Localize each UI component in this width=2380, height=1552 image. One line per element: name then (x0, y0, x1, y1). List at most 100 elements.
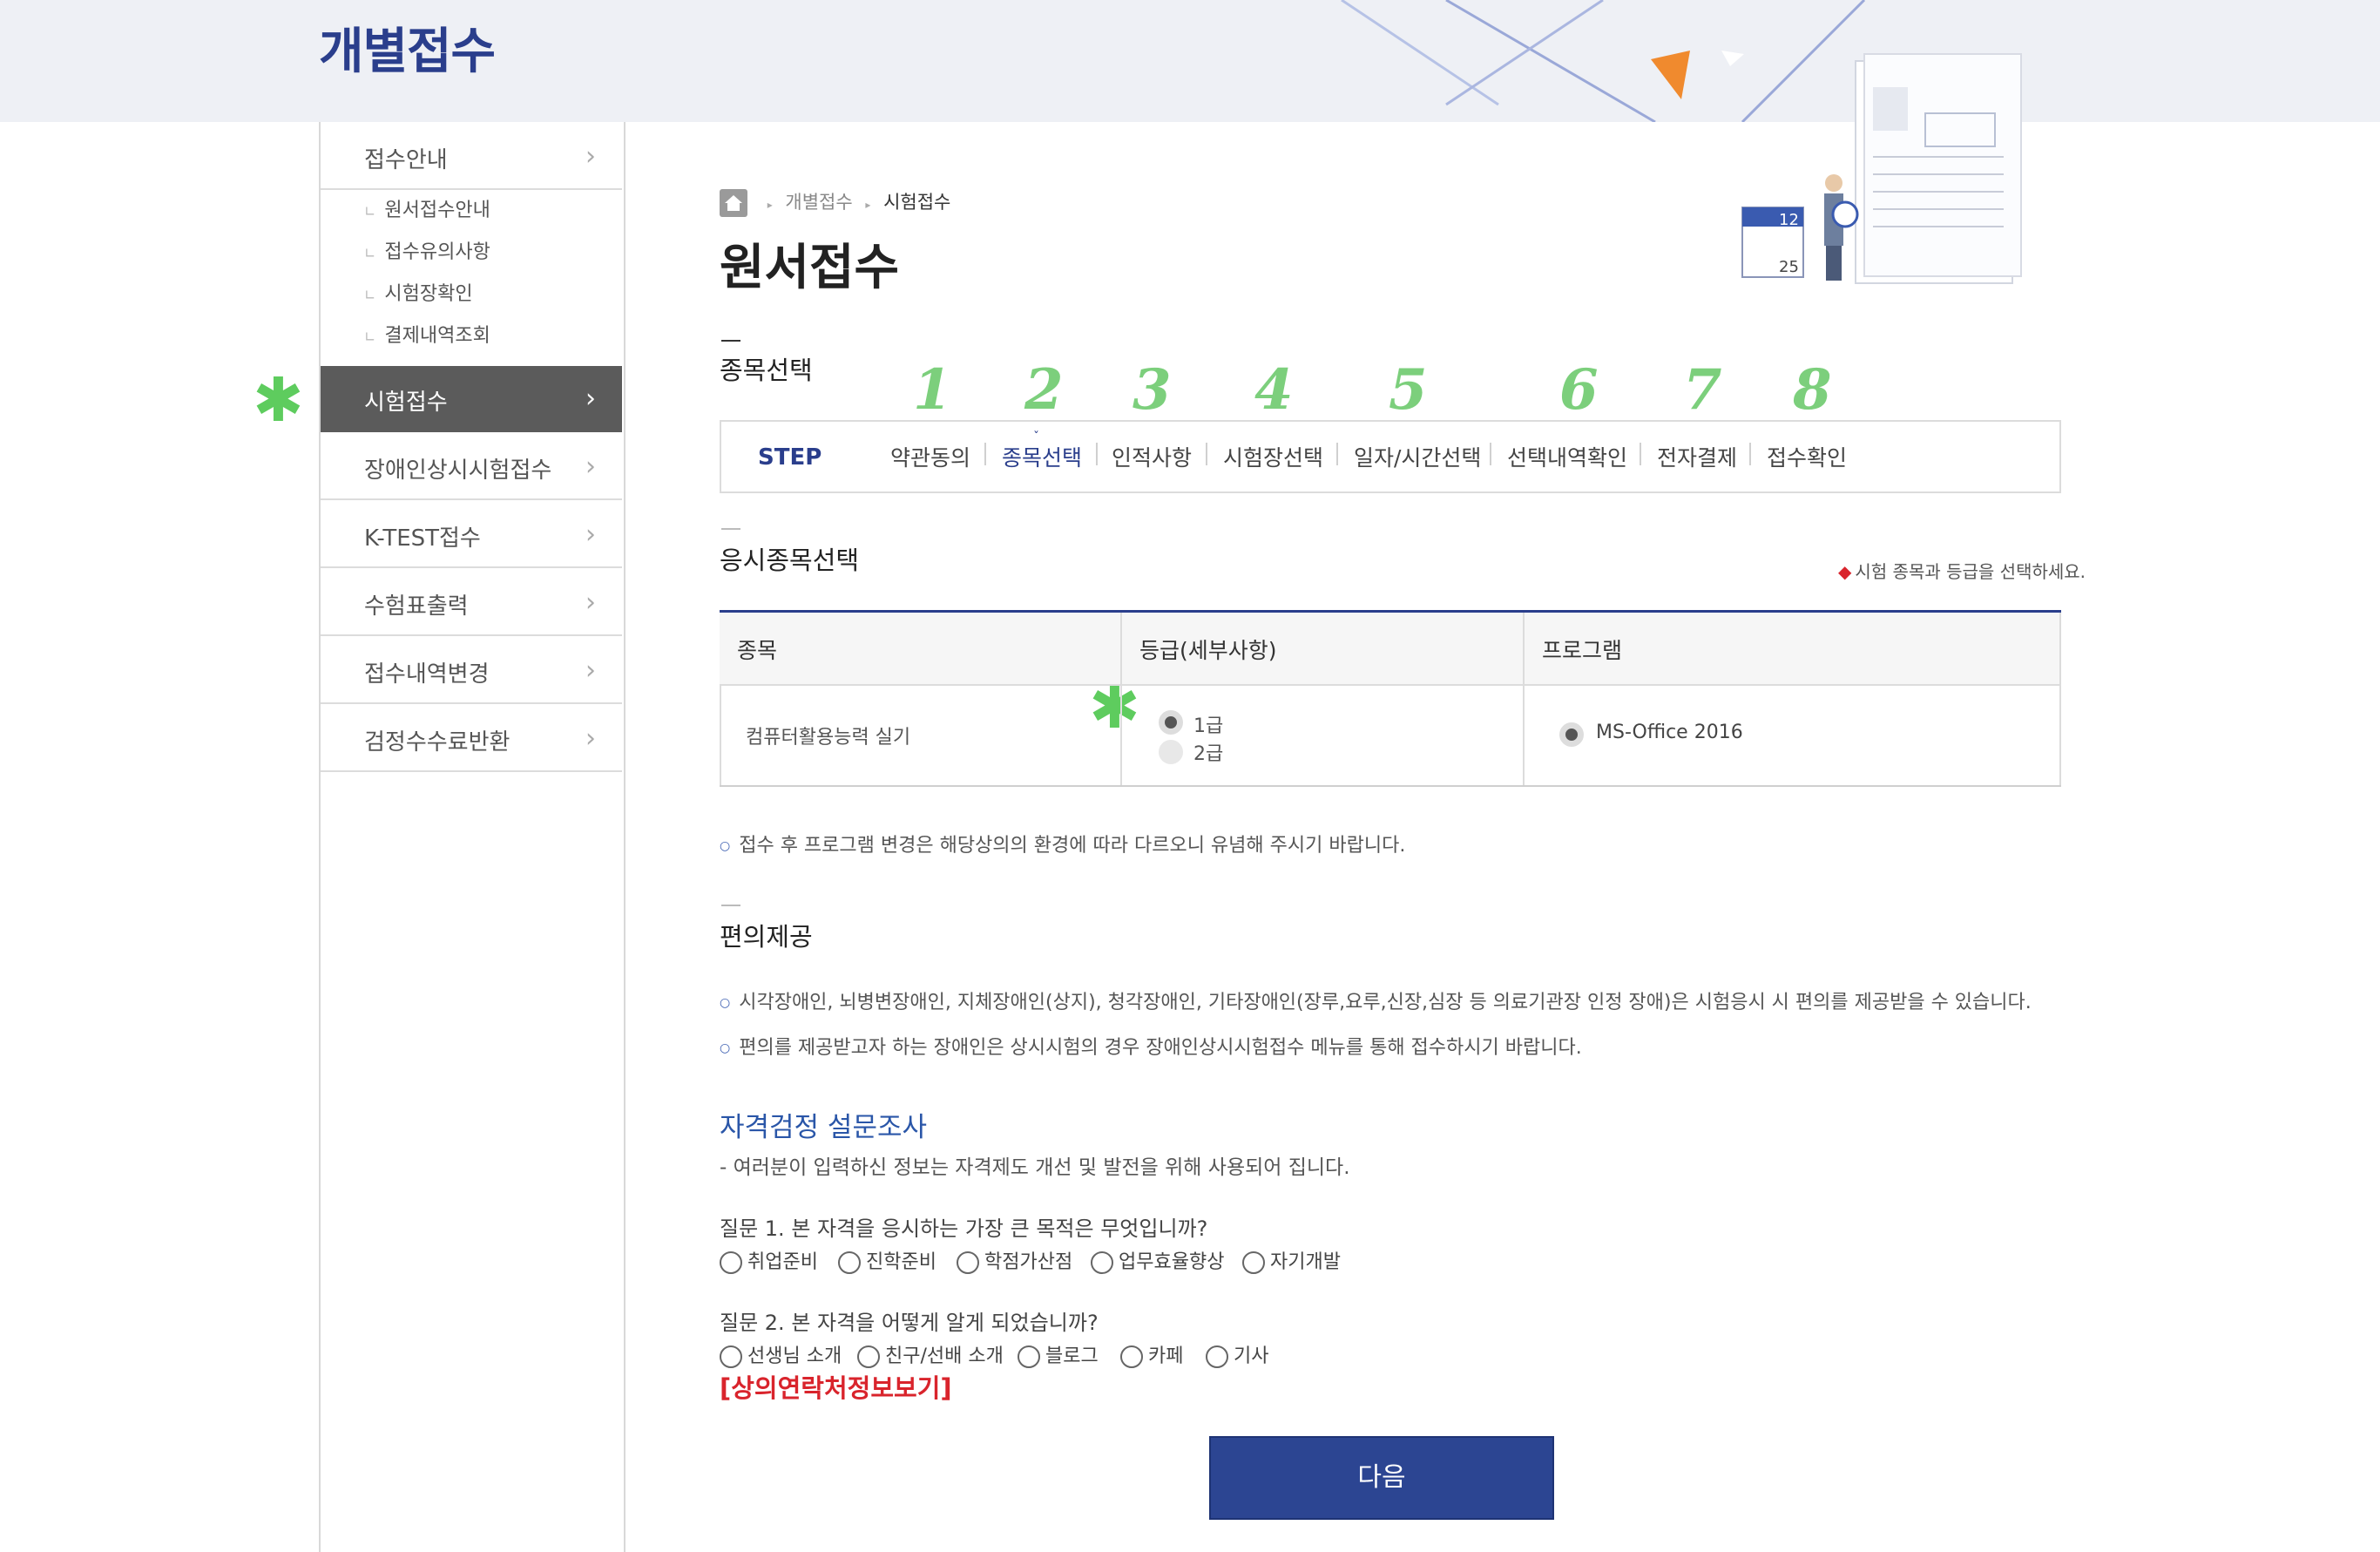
sidebar-item-label: 접수안내 (364, 147, 448, 173)
step-number-7: 7 (1683, 357, 1722, 423)
convenience-note-1: ○ 시각장애인, 뇌병변장애인, 지체장애인(상지), 청각장애인, 기타장애인(… (720, 992, 2032, 1013)
q2-option-blog[interactable]: 블로그 (1018, 1340, 1099, 1368)
radio-circle-icon[interactable] (1242, 1251, 1265, 1274)
survey-question-1: 질문 1. 본 자격을 응시하는 가장 큰 목적은 무엇입니까? (720, 1217, 1208, 1241)
convenience-note-2: ○ 편의를 제공받고자 하는 장애인은 상시시험의 경우 장애인상시시험접수 메뉴… (720, 1037, 1582, 1059)
sidebar-item-admission-ticket[interactable]: 수험표출력 › (321, 570, 622, 636)
column-header-program: 프로그램 (1542, 638, 1623, 663)
grade-2-label[interactable]: 2급 (1193, 738, 1223, 766)
survey-question-2: 질문 2. 본 자격을 어떻게 알게 되었습니까? (720, 1311, 1099, 1335)
survey-description: - 여러분이 입력하신 정보는 자격제도 개선 및 발전을 위해 사용되어 집니… (720, 1156, 1350, 1179)
chevron-right-icon: › (585, 723, 596, 754)
sidebar-item-exam-application[interactable]: 시험접수 › (321, 366, 622, 432)
grade-1-label[interactable]: 1급 (1193, 710, 1223, 738)
convenience-section-title: 편의제공 (720, 922, 813, 952)
sidebar-item-change-application[interactable]: 접수내역변경 › (321, 638, 622, 704)
step-number-5: 5 (1389, 357, 1428, 423)
grade-2-radio[interactable] (1159, 740, 1183, 764)
radio-circle-icon[interactable] (957, 1251, 979, 1274)
sidebar-item-info[interactable]: 접수안내 › (321, 124, 622, 190)
bullet-circle-icon: ○ (720, 996, 731, 1010)
header-title: 개별접수 (319, 24, 496, 80)
radio-circle-icon[interactable] (720, 1251, 742, 1274)
step-selection-confirm: 선택내역확인 (1507, 445, 1628, 471)
sidebar-subitem-venue-check[interactable]: ∟ 시험장확인 (364, 278, 473, 306)
contact-info-link[interactable]: [상의연락처정보보기] (720, 1368, 952, 1405)
program-label[interactable]: MS-Office 2016 (1596, 722, 1743, 743)
sidebar-subitem-application-guide[interactable]: ∟ 원서접수안내 (364, 194, 490, 222)
breadcrumb-separator-icon: ▸ (767, 199, 773, 211)
column-header-subject: 종목 (737, 638, 778, 663)
radio-circle-icon[interactable] (838, 1251, 861, 1274)
table-header (720, 613, 2061, 686)
q1-option-work-efficiency[interactable]: 업무효율향상 (1091, 1246, 1224, 1274)
column-header-grade: 등급(세부사항) (1139, 638, 1277, 663)
sidebar-item-disabled-exam[interactable]: 장애인상시시험접수 › (321, 434, 622, 500)
step-number-4: 4 (1254, 357, 1294, 423)
chevron-right-icon: › (585, 655, 596, 686)
chevron-right-icon: › (585, 451, 596, 482)
step-label: STEP (758, 444, 822, 471)
q1-option-credit[interactable]: 학점가산점 (957, 1246, 1072, 1274)
breadcrumb-separator-icon: ▸ (865, 199, 871, 211)
step-terms: 약관동의 (890, 445, 971, 471)
step-date-time-select: 일자/시간선택 (1354, 445, 1482, 471)
subject-name: 컴퓨터활용능력 실기 (746, 727, 911, 749)
breadcrumb-current: 시험접수 (883, 192, 951, 213)
annotation-star-icon: ✱ (253, 364, 304, 436)
radio-circle-icon[interactable] (1091, 1251, 1113, 1274)
sidebar-item-fee-refund[interactable]: 검정수수료반환 › (321, 706, 622, 772)
step-section-title: 종목선택 (720, 356, 813, 385)
radio-circle-icon[interactable] (857, 1345, 880, 1368)
program-change-note: ○ 접수 후 프로그램 변경은 해당상의의 환경에 따라 다르오니 유념해 주시기… (720, 835, 1406, 857)
svg-text:25: 25 (1779, 258, 1799, 276)
survey-title: 자격검정 설문조사 (720, 1112, 928, 1143)
q1-option-self-development[interactable]: 자기개발 (1242, 1246, 1341, 1274)
sidebar-subitem-precautions[interactable]: ∟ 접수유의사항 (364, 236, 490, 264)
page-title: 원서접수 (720, 240, 900, 296)
chevron-right-icon: › (585, 141, 596, 172)
radio-circle-icon[interactable] (1206, 1345, 1228, 1368)
sub-marker-icon: ∟ (364, 287, 376, 303)
section-marker (721, 340, 740, 342)
q1-option-school-prep[interactable]: 진학준비 (838, 1246, 936, 1274)
q2-option-article[interactable]: 기사 (1206, 1340, 1268, 1368)
radio-circle-icon[interactable] (720, 1345, 742, 1368)
step-number-3: 3 (1133, 357, 1172, 423)
step-e-payment: 전자결제 (1657, 445, 1738, 471)
radio-circle-icon[interactable] (1018, 1345, 1040, 1368)
sidebar-item-label: 접수내역변경 (364, 661, 490, 688)
bullet-circle-icon: ○ (720, 1041, 731, 1055)
sidebar-item-label: 시험접수 (364, 390, 448, 416)
step-subject-select: 종목선택 (1002, 445, 1083, 471)
sidebar-item-ktest[interactable]: K-TEST접수 › (321, 502, 622, 568)
bullet-circle-icon: ○ (720, 839, 731, 853)
exam-hint: ◆ 시험 종목과 등급을 선택하세요. (1838, 561, 2086, 582)
sidebar-item-label: 수험표출력 (364, 593, 469, 620)
breadcrumb-parent[interactable]: 개별접수 (785, 192, 852, 213)
sub-marker-icon: ∟ (364, 203, 376, 220)
step-application-confirm: 접수확인 (1767, 445, 1848, 471)
q2-option-friend[interactable]: 친구/선배 소개 (857, 1340, 1004, 1368)
step-personal-info: 인적사항 (1112, 445, 1193, 471)
q2-option-cafe[interactable]: 카페 (1120, 1340, 1183, 1368)
sidebar-item-label: 검정수수료반환 (364, 729, 510, 756)
sidebar-subitem-payment-history[interactable]: ∟ 결제내역조회 (364, 320, 490, 348)
q1-option-job-prep[interactable]: 취업준비 (720, 1246, 818, 1274)
program-radio[interactable] (1559, 722, 1584, 747)
sidebar-item-label: 장애인상시시험접수 (364, 457, 552, 484)
sub-marker-icon: ∟ (364, 329, 376, 345)
chevron-right-icon: › (585, 519, 596, 550)
home-icon[interactable] (720, 189, 747, 217)
q2-option-teacher[interactable]: 선생님 소개 (720, 1340, 842, 1368)
required-diamond-icon: ◆ (1838, 561, 1852, 582)
table-row (720, 686, 2061, 787)
step-number-6: 6 (1559, 357, 1599, 423)
svg-text:12: 12 (1779, 211, 1799, 229)
grade-1-radio[interactable] (1159, 710, 1183, 735)
chevron-right-icon: › (585, 587, 596, 618)
breadcrumb: ▸ 개별접수 ▸ 시험접수 (720, 188, 950, 217)
illustration-image: 12 25 (1741, 53, 2022, 284)
next-button[interactable]: 다음 (1209, 1436, 1554, 1520)
radio-circle-icon[interactable] (1120, 1345, 1143, 1368)
